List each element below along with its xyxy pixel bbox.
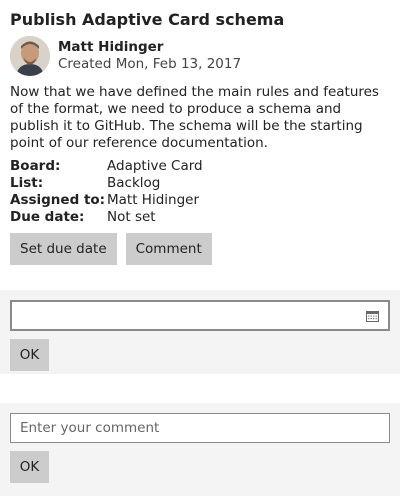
set-due-date-button[interactable]: Set due date <box>10 233 117 265</box>
comment-panel: Enter your comment OK <box>0 403 400 496</box>
fact-value-board: Adaptive Card <box>107 158 203 174</box>
fact-set: Board: Adaptive Card List: Backlog Assig… <box>10 158 390 226</box>
comment-button[interactable]: Comment <box>125 233 212 265</box>
due-date-input[interactable] <box>10 300 390 331</box>
avatar-image <box>10 36 50 76</box>
due-date-ok-button[interactable]: OK <box>10 339 49 371</box>
avatar <box>10 36 50 76</box>
fact-key-due-date: Due date: <box>10 209 85 225</box>
adaptive-card: Publish Adaptive Card schema Matt Hiding… <box>0 0 400 265</box>
fact-value-assigned: Matt Hidinger <box>107 192 200 208</box>
fact-key-assigned: Assigned to: <box>10 192 106 208</box>
fact-key-list: List: <box>10 175 44 191</box>
author-info: Matt Hidinger Created Mon, Feb 13, 2017 <box>58 39 241 73</box>
card-description: Now that we have defined the main rules … <box>10 84 379 151</box>
comment-ok-button[interactable]: OK <box>10 451 49 483</box>
fact-key-board: Board: <box>10 158 61 174</box>
due-date-panel: OK <box>0 290 400 374</box>
author-name: Matt Hidinger <box>58 39 164 55</box>
created-date: Created Mon, Feb 13, 2017 <box>58 56 242 72</box>
card-actions: Set due date Comment <box>10 233 390 265</box>
fact-value-due-date: Not set <box>107 209 156 225</box>
fact-value-list: Backlog <box>107 175 161 191</box>
comment-input[interactable]: Enter your comment <box>10 413 390 443</box>
calendar-icon[interactable] <box>366 310 379 322</box>
author-row: Matt Hidinger Created Mon, Feb 13, 2017 <box>10 36 390 76</box>
comment-placeholder: Enter your comment <box>20 420 160 436</box>
card-title: Publish Adaptive Card schema <box>10 10 285 29</box>
